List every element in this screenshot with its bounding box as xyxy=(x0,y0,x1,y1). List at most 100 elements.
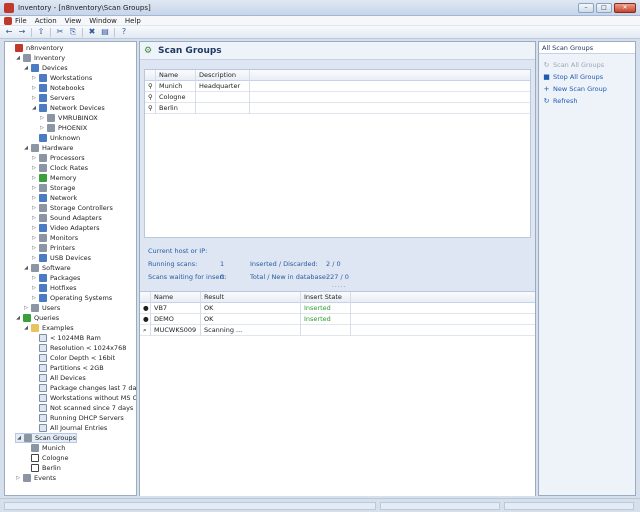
menu-file[interactable]: File xyxy=(15,17,27,25)
expander-icon[interactable]: ▷ xyxy=(15,475,21,481)
forward-arrow-icon[interactable]: → xyxy=(17,27,27,37)
tree-item-usb-devices[interactable]: ▷ USB Devices xyxy=(31,253,91,263)
tree-item-inventory[interactable]: ◢ Inventory xyxy=(15,53,65,63)
table-row[interactable]: ● VB7 OK Inserted xyxy=(140,303,535,314)
tree-item-package-changes-last-7-days[interactable]: Package changes last 7 days xyxy=(31,383,136,393)
expander-icon[interactable]: ▷ xyxy=(31,75,37,81)
expander-icon[interactable]: ▷ xyxy=(31,235,37,241)
back-arrow-icon[interactable]: ← xyxy=(4,27,14,37)
tree-item-cologne[interactable]: Cologne xyxy=(23,453,69,463)
tree-item-not-scanned-since-7-days[interactable]: Not scanned since 7 days xyxy=(31,403,133,413)
expander-icon[interactable]: ◢ xyxy=(23,265,29,271)
tree-item-printers[interactable]: ▷ Printers xyxy=(31,243,75,253)
tree-item-hardware[interactable]: ◢ Hardware xyxy=(23,143,73,153)
tree-item-users[interactable]: ▷ Users xyxy=(23,303,60,313)
tree-item-operating-systems[interactable]: ▷ Operating Systems xyxy=(31,293,112,303)
expander-icon[interactable]: ▷ xyxy=(31,285,37,291)
properties-icon[interactable]: ▤ xyxy=(100,27,110,37)
minimize-button[interactable]: – xyxy=(578,3,594,13)
expander-icon[interactable]: ◢ xyxy=(23,325,29,331)
action-scan-all-groups[interactable]: ↻ Scan All Groups xyxy=(543,60,605,70)
menu-app-icon[interactable] xyxy=(4,16,12,25)
tree-item-scan-groups[interactable]: ◢ Scan Groups xyxy=(15,433,78,443)
tree-item-video-adapters[interactable]: ▷ Video Adapters xyxy=(31,223,99,233)
expander-icon[interactable]: ▷ xyxy=(23,305,29,311)
expander-icon[interactable]: ▷ xyxy=(39,125,45,131)
menu-help[interactable]: Help xyxy=(125,17,141,25)
column-header-name[interactable]: Name xyxy=(151,292,201,303)
column-header-name[interactable]: Name xyxy=(156,70,196,81)
tree-item-devices[interactable]: ◢ Devices xyxy=(23,63,68,73)
tree-item-vmrubinox[interactable]: ▷ VMRUBINOX xyxy=(39,113,98,123)
tree-item-network[interactable]: ▷ Network xyxy=(31,193,77,203)
column-header-insert-state[interactable]: Insert State xyxy=(301,292,351,303)
expander-icon[interactable]: ◢ xyxy=(31,105,37,111)
expander-icon[interactable]: ▷ xyxy=(31,225,37,231)
column-header-result[interactable]: Result xyxy=(201,292,301,303)
expander-icon[interactable]: ▷ xyxy=(31,195,37,201)
tree-item-events[interactable]: ▷ Events xyxy=(15,473,56,483)
tree-item-storage[interactable]: ▷ Storage xyxy=(31,183,75,193)
table-row[interactable]: ● DEMO OK Inserted xyxy=(140,314,535,325)
delete-icon[interactable]: ✖ xyxy=(87,27,97,37)
expander-icon[interactable]: ▷ xyxy=(31,95,37,101)
tree-item-workstations-without-ms-office[interactable]: Workstations without MS Office xyxy=(31,393,136,403)
tree-item-notebooks[interactable]: ▷ Notebooks xyxy=(31,83,85,93)
expander-icon[interactable]: ▷ xyxy=(31,245,37,251)
expander-icon[interactable]: ◢ xyxy=(23,145,29,151)
tree-item-all-journal-entries[interactable]: All Journal Entries xyxy=(31,423,107,433)
tree-item-unknown[interactable]: Unknown xyxy=(31,133,80,143)
tree-item-workstations[interactable]: ▷ Workstations xyxy=(31,73,92,83)
tree-item-n8nventory[interactable]: n8nventory xyxy=(7,43,63,53)
menu-view[interactable]: View xyxy=(65,17,82,25)
tree-item-monitors[interactable]: ▷ Monitors xyxy=(31,233,78,243)
tree-item-queries[interactable]: ◢ Queries xyxy=(15,313,59,323)
expander-icon[interactable]: ◢ xyxy=(15,55,21,61)
tree-item-munich[interactable]: Munich xyxy=(23,443,65,453)
maximize-button[interactable]: □ xyxy=(596,3,612,13)
expander-icon[interactable]: ▷ xyxy=(31,175,37,181)
menu-action[interactable]: Action xyxy=(35,17,57,25)
tree-item-sound-adapters[interactable]: ▷ Sound Adapters xyxy=(31,213,102,223)
expander-icon[interactable]: ◢ xyxy=(15,315,21,321)
tree-item-clock-rates[interactable]: ▷ Clock Rates xyxy=(31,163,88,173)
expander-icon[interactable]: ▷ xyxy=(31,205,37,211)
tree-item-partitions-2gb[interactable]: Partitions < 2GB xyxy=(31,363,104,373)
cut-icon[interactable]: ✂ xyxy=(55,27,65,37)
expander-icon[interactable]: ▷ xyxy=(39,115,45,121)
table-row[interactable]: ⌕ MUCWKS009 Scanning ... xyxy=(140,325,535,336)
tree-item-storage-controllers[interactable]: ▷ Storage Controllers xyxy=(31,203,113,213)
horizontal-splitter[interactable]: ····· xyxy=(332,284,347,291)
copy-icon[interactable]: ⎘ xyxy=(68,27,78,37)
expander-icon[interactable]: ◢ xyxy=(23,65,29,71)
column-header-description[interactable]: Description xyxy=(196,70,250,81)
tree-item-running-dhcp-servers[interactable]: Running DHCP Servers xyxy=(31,413,124,423)
tree-item-memory[interactable]: ▷ Memory xyxy=(31,173,76,183)
menu-window[interactable]: Window xyxy=(89,17,117,25)
tree-item-hotfixes[interactable]: ▷ Hotfixes xyxy=(31,283,77,293)
tree-item-servers[interactable]: ▷ Servers xyxy=(31,93,75,103)
up-folder-icon[interactable]: ⇧ xyxy=(36,27,46,37)
action-new-scan-group[interactable]: + New Scan Group xyxy=(543,84,607,94)
expander-icon[interactable]: ▷ xyxy=(31,85,37,91)
expander-icon[interactable]: ▷ xyxy=(31,255,37,261)
tree-item-software[interactable]: ◢ Software xyxy=(23,263,71,273)
expander-icon[interactable]: ▷ xyxy=(31,215,37,221)
tree-item-network-devices[interactable]: ◢ Network Devices xyxy=(31,103,105,113)
expander-icon[interactable]: ▷ xyxy=(31,165,37,171)
help-icon[interactable]: ? xyxy=(119,27,129,37)
action-stop-all-groups[interactable]: ■ Stop All Groups xyxy=(543,72,603,82)
tree-item-packages[interactable]: ▷ Packages xyxy=(31,273,80,283)
close-button[interactable]: ✕ xyxy=(614,3,636,13)
tree-item-berlin[interactable]: Berlin xyxy=(23,463,61,473)
expander-icon[interactable]: ◢ xyxy=(16,435,22,441)
tree-item-processors[interactable]: ▷ Processors xyxy=(31,153,85,163)
tree-item-color-depth-16bit[interactable]: Color Depth < 16bit xyxy=(31,353,115,363)
expander-icon[interactable]: ▷ xyxy=(31,155,37,161)
tree-item-1024mb-ram[interactable]: < 1024MB Ram xyxy=(31,333,101,343)
table-row[interactable]: ⚲ Munich Headquarter xyxy=(145,81,530,92)
table-row[interactable]: ⚲ Cologne xyxy=(145,92,530,103)
expander-icon[interactable]: ▷ xyxy=(31,295,37,301)
table-row[interactable]: ⚲ Berlin xyxy=(145,103,530,114)
tree-item-all-devices[interactable]: All Devices xyxy=(31,373,86,383)
